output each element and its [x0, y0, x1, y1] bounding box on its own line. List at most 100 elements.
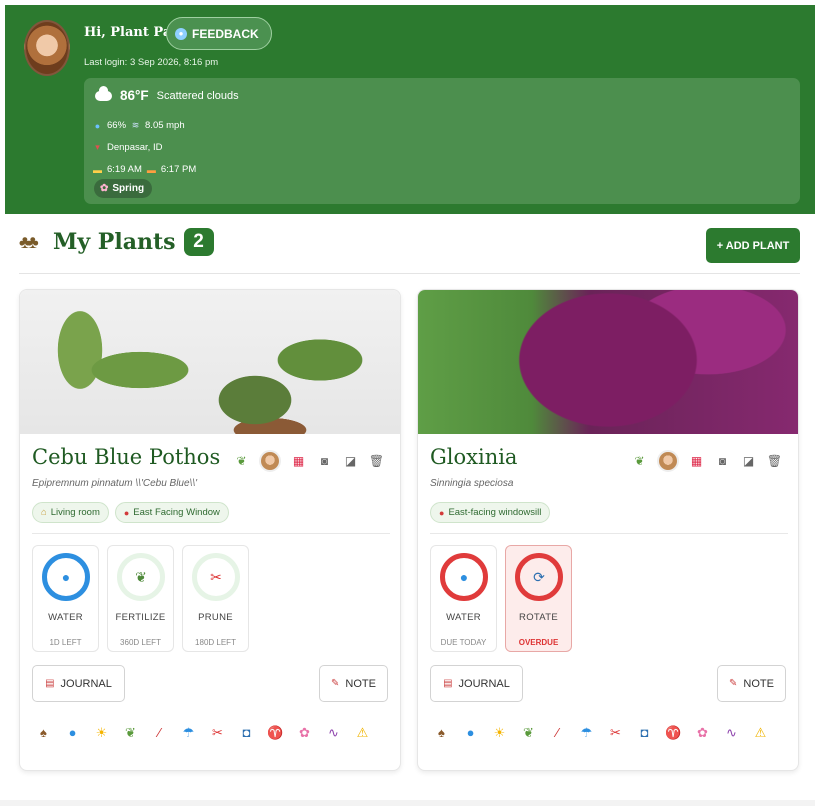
- plant-tools: ❦ ▦ ◙ ◪ 🗑: [233, 450, 385, 472]
- header-banner: Hi, Plant Parent ● FEEDBACK Last login: …: [5, 5, 815, 214]
- flower-icon[interactable]: ✿: [296, 725, 313, 741]
- mist-icon[interactable]: ☂: [578, 725, 595, 741]
- pin-icon: ●: [123, 507, 130, 518]
- plants-title-row: ♣♣ My Plants 2: [19, 228, 214, 256]
- prune-icon[interactable]: ✂: [607, 725, 624, 741]
- rotate-icon: ⟳: [533, 568, 545, 585]
- trash-icon[interactable]: 🗑: [368, 454, 385, 468]
- task-status: 1D LEFT: [49, 638, 82, 647]
- sprout-icon[interactable]: ♈: [267, 725, 284, 741]
- water-icon[interactable]: ●: [64, 725, 81, 741]
- repot-icon[interactable]: ♠: [35, 725, 52, 741]
- warning-icon[interactable]: ⚠: [354, 725, 371, 741]
- prune-icon[interactable]: ✂: [209, 725, 226, 741]
- scientific-name: Epipremnum pinnatum \\'Cebu Blue\\': [32, 478, 198, 489]
- quick-actions: ♠ ● ☀ ❦ ∕ ☂ ✂ ◘ ♈ ✿ ∿ ⚠: [433, 725, 769, 741]
- quick-actions: ♠ ● ☀ ❦ ∕ ☂ ✂ ◘ ♈ ✿ ∿ ⚠: [35, 725, 371, 741]
- task-water[interactable]: ● WATER 1D LEFT: [32, 545, 99, 652]
- flower-icon[interactable]: ✿: [694, 725, 711, 741]
- fertilize-progress-ring: ❦: [117, 553, 165, 601]
- calendar-icon[interactable]: ▦: [688, 454, 705, 468]
- fertilizer-icon[interactable]: ❦: [520, 725, 537, 741]
- page-title: My Plants: [53, 229, 176, 255]
- plant-photo[interactable]: [418, 290, 798, 434]
- journal-label: JOURNAL: [458, 677, 510, 690]
- bucket-icon[interactable]: ◘: [636, 725, 653, 741]
- trash-icon[interactable]: 🗑: [766, 454, 783, 468]
- warning-icon[interactable]: ⚠: [752, 725, 769, 741]
- scientific-name: Sinningia speciosa: [430, 478, 514, 489]
- house-icon: ⌂: [41, 507, 47, 518]
- sun-icon[interactable]: ☀: [491, 725, 508, 741]
- journal-button[interactable]: ▤ JOURNAL: [32, 665, 125, 702]
- sunrise-time: 6:19 AM: [107, 164, 142, 175]
- water-drop-icon: ●: [459, 569, 469, 585]
- rotate-progress-ring: ⟳: [515, 553, 563, 601]
- blossom-icon: ✿: [100, 183, 109, 194]
- task-fertilize[interactable]: ❦ FERTILIZE 360D LEFT: [107, 545, 174, 652]
- plant-tags: ● East-facing windowsill: [430, 502, 551, 523]
- plant-name[interactable]: Cebu Blue Pothos: [32, 445, 220, 469]
- sun-icon[interactable]: ☀: [93, 725, 110, 741]
- task-label: FERTILIZE: [115, 612, 166, 623]
- water-progress-ring: ●: [42, 553, 90, 601]
- card-divider: [32, 533, 390, 534]
- care-tasks: ● WATER 1D LEFT ❦ FERTILIZE 360D LEFT ✂ …: [32, 545, 249, 652]
- weather-description: Scattered clouds: [156, 89, 239, 102]
- plant-photo[interactable]: [20, 290, 400, 434]
- camera-icon[interactable]: ◙: [316, 454, 333, 468]
- pushpin-icon: ✎: [729, 678, 738, 689]
- repot-icon[interactable]: ♠: [433, 725, 450, 741]
- temperature: 86°F: [120, 88, 149, 103]
- owner-avatar[interactable]: [259, 450, 281, 472]
- task-status: DUE TODAY: [440, 638, 487, 647]
- leaf-icon: ❦: [135, 568, 147, 585]
- task-label: WATER: [446, 612, 481, 623]
- thermometer-icon[interactable]: ∕: [151, 725, 168, 741]
- fertilize-leaf-icon[interactable]: ❦: [631, 454, 648, 468]
- task-rotate[interactable]: ⟳ ROTATE OVERDUE: [505, 545, 572, 652]
- journal-button[interactable]: ▤ JOURNAL: [430, 665, 523, 702]
- tag-label: East-facing windowsill: [448, 507, 542, 518]
- edit-icon[interactable]: ◪: [342, 454, 359, 468]
- sprout-icon[interactable]: ♈: [665, 725, 682, 741]
- fertilize-leaf-icon[interactable]: ❦: [233, 454, 250, 468]
- sunset-icon: ▬: [146, 164, 156, 175]
- water-icon[interactable]: ●: [462, 725, 479, 741]
- note-button[interactable]: ✎ NOTE: [319, 665, 388, 702]
- humidity: 66%: [107, 120, 127, 131]
- plant-name[interactable]: Gloxinia: [430, 445, 517, 469]
- mist-icon[interactable]: ☂: [180, 725, 197, 741]
- owner-avatar[interactable]: [657, 450, 679, 472]
- pin-icon: ●: [439, 507, 445, 518]
- thermometer-icon[interactable]: ∕: [549, 725, 566, 741]
- task-prune[interactable]: ✂ PRUNE 180D LEFT: [182, 545, 249, 652]
- plant-card[interactable]: Gloxinia Sinningia speciosa ❦ ▦ ◙ ◪ 🗑 ● E…: [417, 289, 799, 771]
- add-plant-button[interactable]: + ADD PLANT: [706, 228, 800, 263]
- task-label: WATER: [48, 612, 83, 623]
- pest-icon[interactable]: ∿: [723, 725, 740, 741]
- pushpin-icon: ✎: [331, 678, 340, 689]
- tag-label: Living room: [50, 507, 100, 518]
- window-tag: ● East Facing Window: [114, 502, 229, 523]
- task-water[interactable]: ● WATER DUE TODAY: [430, 545, 497, 652]
- sunset-time: 6:17 PM: [160, 164, 197, 175]
- pest-icon[interactable]: ∿: [325, 725, 342, 741]
- fertilizer-icon[interactable]: ❦: [122, 725, 139, 741]
- note-button[interactable]: ✎ NOTE: [717, 665, 786, 702]
- plant-card[interactable]: Cebu Blue Pothos Epipremnum pinnatum \\'…: [19, 289, 401, 771]
- edit-icon[interactable]: ◪: [740, 454, 757, 468]
- wind-speed: 8.05 mph: [145, 120, 185, 131]
- feedback-button[interactable]: ● FEEDBACK: [166, 17, 272, 50]
- calendar-icon[interactable]: ▦: [290, 454, 307, 468]
- bucket-icon[interactable]: ◘: [238, 725, 255, 741]
- user-avatar[interactable]: [24, 20, 70, 76]
- cloud-icon: [95, 85, 112, 101]
- water-progress-ring: ●: [440, 553, 488, 601]
- camera-icon[interactable]: ◙: [714, 454, 731, 468]
- note-label: NOTE: [345, 677, 376, 690]
- weather-card: 86°F Scattered clouds ● 66% ≋ 8.05 mph ▾…: [84, 78, 800, 204]
- location-tag: ⌂ Living room: [32, 502, 109, 523]
- task-status: OVERDUE: [518, 638, 559, 647]
- season-label: Spring: [112, 183, 145, 194]
